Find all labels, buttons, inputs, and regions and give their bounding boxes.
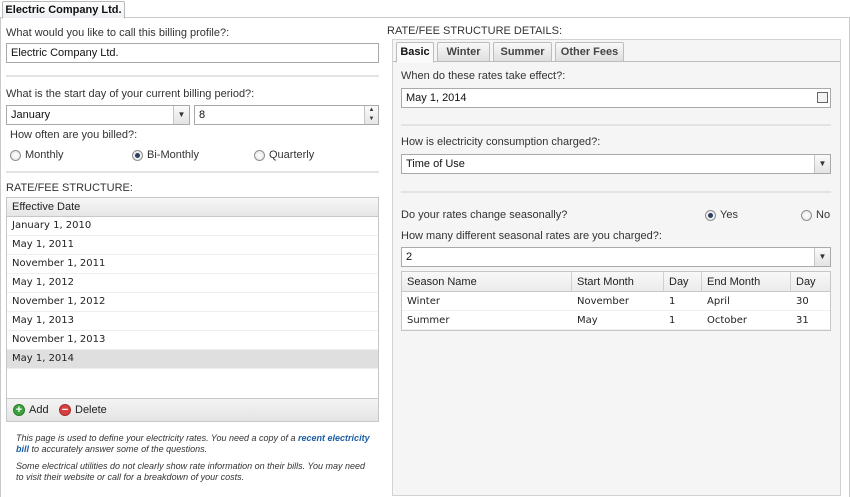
season-cell[interactable]: May [572, 311, 664, 330]
recent-bill-link[interactable]: recent electricity [298, 433, 370, 443]
season-col-start-month: Start Month [572, 272, 664, 292]
tab-summer[interactable]: Summer [493, 42, 552, 62]
season-cell[interactable]: 1 [664, 292, 702, 311]
profile-name-label: What would you like to call this billing… [6, 27, 230, 39]
radio-quarterly[interactable] [254, 150, 265, 161]
season-col-end-day: Day [791, 272, 830, 292]
help-note-1: This page is used to define your electri… [16, 433, 376, 455]
calendar-icon[interactable] [817, 92, 828, 103]
grid-row[interactable]: November 1, 2011 [7, 255, 378, 274]
divider [401, 124, 831, 126]
start-month-value: January [11, 109, 51, 121]
tab-basic[interactable]: Basic [396, 42, 434, 63]
details-tabs: Basic Winter Summer Other Fees [393, 40, 840, 63]
add-button[interactable]: Add [29, 402, 49, 418]
help-note-1-text: This page is used to define your electri… [16, 433, 296, 443]
season-cell[interactable]: April [702, 292, 791, 311]
grid-toolbar: + Add − Delete [6, 399, 379, 422]
delete-button[interactable]: Delete [75, 402, 107, 418]
divider [6, 75, 379, 77]
chevron-down-icon[interactable]: ▼ [173, 106, 189, 124]
help-note-2-line-2: to visit their website or call for a bre… [16, 472, 245, 482]
help-note-2-line-1: Some electrical utilities do not clearly… [16, 461, 366, 471]
start-day-label: What is the start day of your current bi… [6, 88, 255, 100]
profile-tab-strip: Electric Company Ltd. [0, 0, 850, 19]
consumption-select[interactable]: Time of Use ▼ [401, 154, 831, 174]
profile-tab[interactable]: Electric Company Ltd. [2, 1, 125, 19]
season-table: Season Name Start Month Day End Month Da… [401, 271, 831, 331]
chevron-down-icon[interactable]: ▼ [814, 248, 830, 266]
divider [401, 191, 831, 193]
seasonal-count-value: 2 [406, 251, 413, 263]
radio-monthly[interactable] [10, 150, 21, 161]
radio-seasonal-no-label: No [816, 209, 831, 221]
spinner-icon[interactable]: ▲ ▼ [364, 106, 378, 124]
effective-date-grid: Effective Date January 1, 2010 May 1, 20… [6, 197, 379, 399]
details-label: RATE/FEE STRUCTURE DETAILS: [387, 25, 563, 37]
effective-date-input[interactable]: May 1, 2014 [401, 88, 831, 108]
season-cell[interactable]: October [702, 311, 791, 330]
seasonal-count-label: How many different seasonal rates are yo… [401, 230, 662, 242]
add-icon[interactable]: + [13, 404, 25, 416]
grid-row[interactable]: November 1, 2012 [7, 293, 378, 312]
radio-monthly-label: Monthly [25, 149, 64, 161]
details-panel: Basic Winter Summer Other Fees When do t… [392, 39, 841, 496]
season-col-end-month: End Month [702, 272, 791, 292]
grid-row[interactable]: May 1, 2013 [7, 312, 378, 331]
start-day-stepper[interactable]: 8 ▲ ▼ [194, 105, 379, 125]
season-cell[interactable]: November [572, 292, 664, 311]
main-frame: What would you like to call this billing… [0, 18, 850, 497]
radio-seasonal-yes-label: Yes [720, 209, 738, 221]
grid-row[interactable]: May 1, 2011 [7, 236, 378, 255]
tab-winter[interactable]: Winter [437, 42, 490, 62]
tab-other-fees[interactable]: Other Fees [555, 42, 624, 62]
help-note-1-tail: to accurately answer some of the questio… [31, 444, 208, 454]
season-cell[interactable]: 1 [664, 311, 702, 330]
radio-bi-monthly[interactable] [132, 150, 143, 161]
season-col-name: Season Name [402, 272, 572, 292]
profile-name-input[interactable]: Electric Company Ltd. [6, 43, 379, 63]
divider [6, 171, 379, 173]
season-cell[interactable]: 31 [791, 311, 830, 330]
billed-frequency-label: How often are you billed?: [10, 129, 138, 141]
effective-date-label: When do these rates take effect?: [401, 70, 566, 82]
grid-row[interactable]: May 1, 2012 [7, 274, 378, 293]
consumption-label: How is electricity consumption charged?: [401, 136, 601, 148]
rate-structure-label: RATE/FEE STRUCTURE: [6, 182, 133, 194]
seasonal-question-label: Do your rates change seasonally? [401, 209, 568, 221]
recent-bill-link-cont[interactable]: bill [16, 444, 29, 454]
season-cell[interactable]: 30 [791, 292, 830, 311]
grid-row[interactable]: January 1, 2010 [7, 217, 378, 236]
chevron-down-icon[interactable]: ▼ [814, 155, 830, 173]
season-col-start-day: Day [664, 272, 702, 292]
grid-header-effective-date: Effective Date [7, 198, 378, 217]
start-month-select[interactable]: January ▼ [6, 105, 190, 125]
start-day-value: 8 [199, 109, 206, 121]
grid-row[interactable]: November 1, 2013 [7, 331, 378, 350]
radio-quarterly-label: Quarterly [269, 149, 315, 161]
radio-seasonal-no[interactable] [801, 210, 812, 221]
delete-icon[interactable]: − [59, 404, 71, 416]
radio-bi-monthly-label: Bi-Monthly [147, 149, 199, 161]
help-note-2: Some electrical utilities do not clearly… [16, 461, 381, 483]
radio-seasonal-yes[interactable] [705, 210, 716, 221]
effective-date-value: May 1, 2014 [406, 92, 467, 104]
seasonal-count-select[interactable]: 2 ▼ [401, 247, 831, 267]
grid-row-selected[interactable]: May 1, 2014 [7, 350, 378, 369]
season-cell[interactable]: Winter [402, 292, 572, 311]
season-cell[interactable]: Summer [402, 311, 572, 330]
consumption-value: Time of Use [406, 158, 465, 170]
